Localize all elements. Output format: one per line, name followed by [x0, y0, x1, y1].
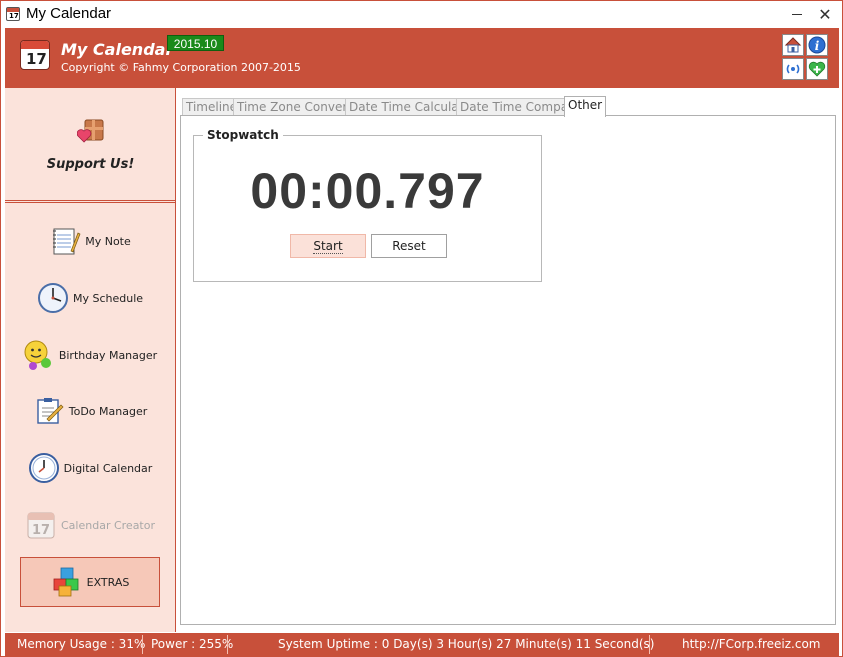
close-icon: ✕ [818, 6, 832, 24]
smiley-icon [24, 340, 51, 370]
sidebar-item-label: My Schedule [72, 291, 144, 305]
sidebar-item-label: Calendar Creator [61, 518, 155, 532]
gift-heart-icon [77, 119, 104, 143]
sidebar-divider [5, 202, 176, 203]
app-icon-number: 17 [9, 12, 19, 20]
version-badge: 2015.10 [167, 35, 224, 51]
sidebar-item-calendar-creator[interactable]: 17 Calendar Creator [20, 501, 160, 549]
status-divider [649, 635, 650, 654]
minimize-icon [792, 14, 802, 15]
start-button-label: Start [313, 239, 343, 254]
app-name: My Calendar [61, 40, 174, 59]
cubes-icon [53, 567, 79, 597]
home-button[interactable] [782, 34, 804, 56]
sidebar: Support Us! My Note My Schedule Birthday… [5, 88, 176, 632]
system-uptime: System Uptime : 0 Day(s) 3 Hour(s) 27 Mi… [278, 637, 655, 651]
header-banner: 17 My Calendar 2015.10 Copyright © Fahmy… [5, 28, 839, 88]
digital-clock-icon [28, 453, 59, 483]
sidebar-item-label: EXTRAS [86, 575, 130, 589]
status-divider [227, 635, 228, 654]
todo-icon [37, 398, 64, 424]
stopwatch-display: 00:00.797 [250, 163, 485, 219]
svg-text:i: i [815, 39, 820, 53]
sidebar-item-label: Birthday Manager [58, 348, 158, 362]
title-bar: 17 My Calendar ✕ [1, 1, 842, 28]
sidebar-item-todo-manager[interactable]: ToDo Manager [20, 387, 160, 435]
notepad-icon [53, 228, 81, 255]
stopwatch-title: Stopwatch [203, 128, 283, 142]
status-bar: Memory Usage : 31% Power : 255% System U… [5, 633, 839, 656]
power-status: Power : 255% [151, 637, 234, 651]
sidebar-item-my-note[interactable]: My Note [20, 217, 160, 265]
calendar-logo-icon: 17 [20, 40, 50, 70]
sidebar-item-my-schedule[interactable]: My Schedule [20, 274, 160, 322]
health-button[interactable] [806, 58, 828, 80]
status-divider [142, 635, 143, 654]
copyright-text: Copyright © Fahmy Corporation 2007-2015 [61, 61, 301, 74]
tab-other[interactable]: Other [564, 96, 607, 117]
clock-icon [37, 283, 68, 313]
tab-panel-other: Stopwatch 00:00.797 Start Reset [180, 115, 836, 625]
sidebar-item-digital-calendar[interactable]: Digital Calendar [20, 444, 160, 492]
window-title: My Calendar [26, 5, 112, 22]
radio-icon [786, 64, 800, 74]
calendar-icon: 17 [27, 512, 55, 539]
sidebar-item-birthday-manager[interactable]: Birthday Manager [20, 331, 160, 379]
sidebar-item-extras[interactable]: EXTRAS [20, 557, 160, 607]
sidebar-item-label: ToDo Manager [68, 404, 148, 418]
start-button[interactable]: Start [290, 234, 366, 258]
stopwatch-group: Stopwatch 00:00.797 Start Reset [193, 128, 542, 282]
health-plus-icon [808, 61, 826, 77]
home-icon [784, 37, 802, 53]
info-button[interactable]: i [806, 34, 828, 56]
close-button[interactable]: ✕ [805, 1, 843, 28]
radio-button[interactable] [782, 58, 804, 80]
info-icon: i [808, 36, 826, 54]
sidebar-item-label: My Note [85, 234, 131, 248]
app-calendar-icon: 17 [6, 7, 20, 21]
app-window: 17 My Calendar ✕ 17 My Calendar 2015.10 … [0, 0, 843, 657]
calendar-icon-number: 17 [32, 523, 50, 538]
main-content: Timeline Time Zone Converter Date Time C… [177, 88, 839, 632]
website-link[interactable]: http://FCorp.freeiz.com [682, 633, 821, 656]
sidebar-item-label: Digital Calendar [63, 461, 153, 475]
logo-number: 17 [26, 50, 47, 68]
reset-button[interactable]: Reset [371, 234, 447, 258]
support-us-button[interactable]: Support Us! [5, 88, 176, 201]
memory-usage: Memory Usage : 31% [17, 637, 146, 651]
support-us-label: Support Us! [46, 157, 135, 172]
